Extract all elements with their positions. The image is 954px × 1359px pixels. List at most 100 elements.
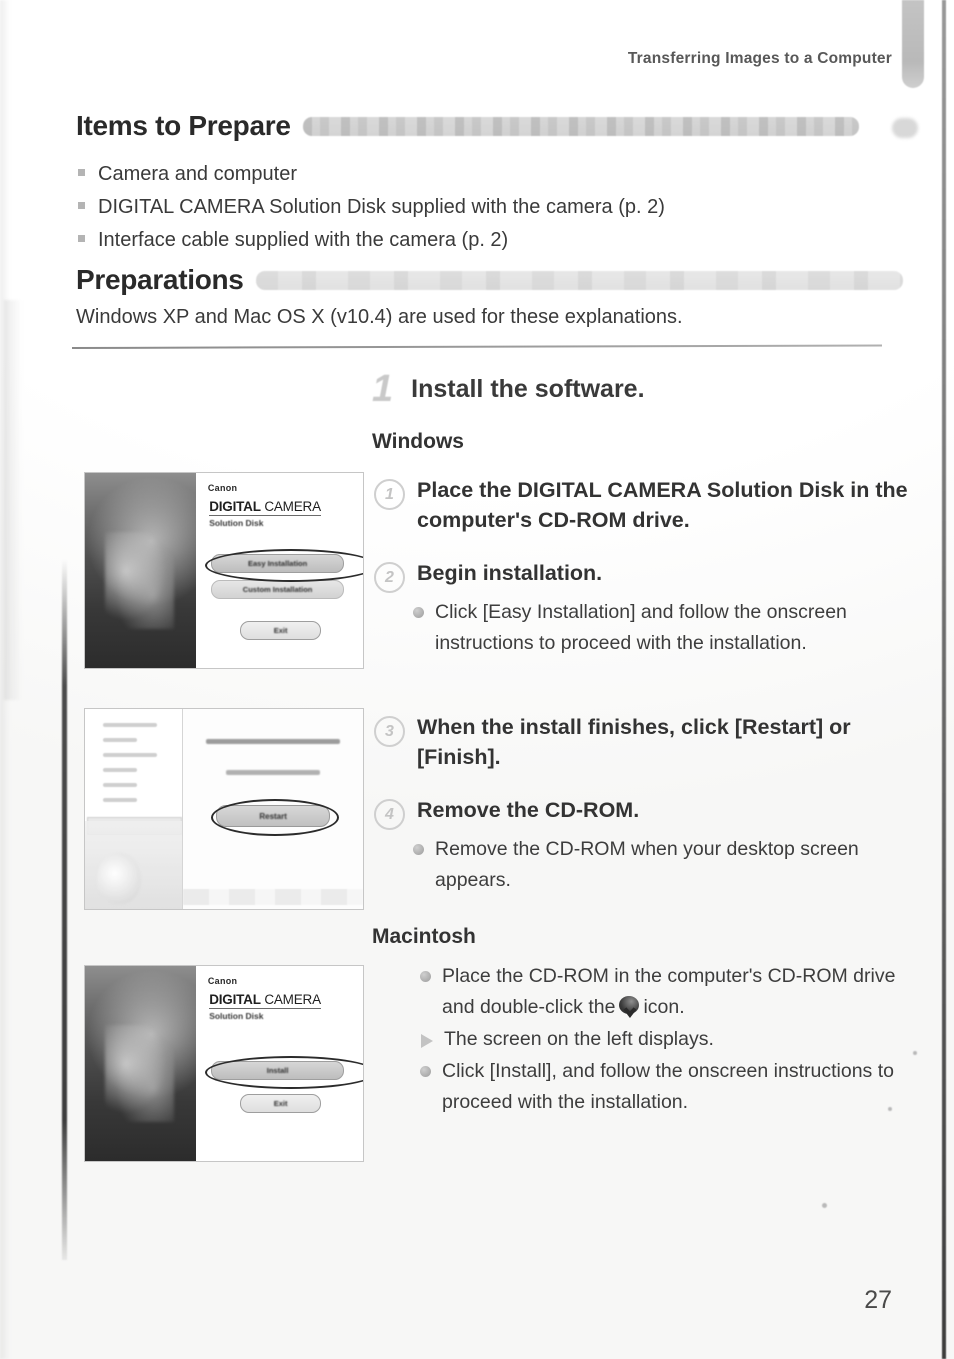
macintosh-instructions: Place the CD-ROM in the computer's CD-RO… — [374, 957, 912, 1119]
macintosh-bullets: Place the CD-ROM in the computer's CD-RO… — [374, 961, 912, 1118]
instruction-title: When the install finishes, click [Restar… — [417, 715, 851, 769]
screenshot-install-complete: Restart — [84, 708, 364, 910]
thumb-index-tab — [902, 0, 924, 88]
instruction-title: Place the DIGITAL CAMERA Solution Disk i… — [417, 478, 908, 532]
thumb-index-tab-secondary — [892, 118, 918, 138]
installer-content-panel: Canon DIGITAL CAMERA Solution Disk Insta… — [196, 966, 363, 1161]
finish-step-list — [85, 709, 182, 827]
scan-speck — [913, 1051, 917, 1055]
button-label: Custom Installation — [242, 585, 313, 594]
finish-photo-panel — [85, 821, 183, 909]
finish-message-panel: Restart — [183, 709, 363, 909]
installer-photo-panel — [85, 966, 197, 1161]
canon-logo: Canon — [207, 483, 238, 493]
screenshot-mac-installer: Canon DIGITAL CAMERA Solution Disk Insta… — [84, 965, 364, 1162]
installer-subtitle: Solution Disk — [209, 1011, 264, 1021]
square-bullet-icon — [78, 169, 85, 176]
list-item: DIGITAL CAMERA Solution Disk supplied wi… — [78, 191, 665, 224]
exit-button[interactable]: Exit — [240, 621, 321, 640]
list-item: Interface cable supplied with the camera… — [78, 224, 665, 257]
instruction-title: Remove the CD-ROM. — [417, 798, 640, 822]
instruction-row: 2 Begin installation. — [374, 558, 912, 593]
instruction-step-4: 4 Remove the CD-ROM. Remove the CD-ROM w… — [374, 795, 912, 897]
instruction-step-2: 2 Begin installation. Click [Easy Instal… — [374, 558, 912, 660]
step-line — [103, 723, 157, 727]
installer-title: DIGITAL CAMERA — [209, 499, 321, 516]
square-bullet-icon — [78, 235, 85, 242]
section-heading-preparations: Preparations — [76, 264, 903, 296]
list-item-text: Place the CD-ROM in the computer's CD-RO… — [442, 961, 912, 1023]
instruction-bullets: Remove the CD-ROM when your desktop scre… — [374, 834, 912, 896]
list-item-text: DIGITAL CAMERA Solution Disk supplied wi… — [98, 196, 665, 218]
installer-content-panel: Canon DIGITAL CAMERA Solution Disk Easy … — [196, 473, 363, 668]
dot-bullet-icon — [413, 844, 424, 855]
section-title-items: Items to Prepare — [76, 110, 291, 141]
list-item: Remove the CD-ROM when your desktop scre… — [413, 834, 912, 896]
installer-photo-panel — [85, 473, 197, 668]
scan-artifact-left-edge — [0, 0, 10, 1359]
instruction-row: 1 Place the DIGITAL CAMERA Solution Disk… — [374, 475, 912, 535]
heading-decoration-bar — [255, 270, 903, 290]
step-line — [103, 753, 157, 757]
instruction-step-3: 3 When the install finishes, click [Rest… — [374, 712, 912, 772]
step-line — [103, 768, 138, 772]
step-title: Install the software. — [411, 374, 645, 403]
page-number: 27 — [864, 1286, 892, 1314]
circled-number-icon: 1 — [374, 479, 405, 510]
circled-number-icon: 4 — [374, 799, 405, 830]
scan-speck — [888, 1107, 892, 1111]
instruction-title: Begin installation. — [417, 561, 603, 585]
dot-bullet-icon — [420, 1066, 431, 1077]
installer-title-light: CAMERA — [260, 499, 321, 514]
highlight-ellipse — [210, 799, 340, 836]
items-to-prepare-list: Camera and computer DIGITAL CAMERA Solut… — [78, 158, 665, 257]
screenshot-windows-installer: Canon DIGITAL CAMERA Solution Disk Easy … — [84, 472, 364, 669]
finish-submessage-line — [226, 770, 321, 775]
step-line — [103, 798, 138, 802]
section-title-preparations: Preparations — [76, 264, 244, 295]
running-header: Transferring Images to a Computer — [627, 50, 892, 67]
finish-message-line — [206, 739, 340, 744]
installer-dialog-mock: Canon DIGITAL CAMERA Solution Disk Easy … — [85, 473, 363, 668]
custom-installation-button[interactable]: Custom Installation — [211, 580, 344, 599]
installer-title-light: CAMERA — [260, 992, 321, 1007]
mac-installer-dialog-mock: Canon DIGITAL CAMERA Solution Disk Insta… — [85, 966, 363, 1161]
button-label: Exit — [273, 1099, 288, 1108]
finish-dialog-mock: Restart — [85, 709, 363, 909]
step-line — [103, 783, 138, 787]
preparations-note: Windows XP and Mac OS X (v10.4) are used… — [76, 306, 683, 328]
list-item-text: Camera and computer — [98, 163, 297, 185]
installer-button-row: Easy Installation Custom Installation Ex… — [205, 549, 363, 640]
page-right-edge — [942, 0, 946, 1359]
installer-disk-icon — [616, 996, 642, 1020]
macintosh-subheading: Macintosh — [372, 925, 476, 948]
step-number: 1 — [372, 368, 394, 410]
instruction-row: 3 When the install finishes, click [Rest… — [374, 712, 912, 772]
list-item: Camera and computer — [78, 158, 665, 191]
exit-button[interactable]: Exit — [240, 1094, 321, 1113]
list-item: Click [Install], and follow the onscreen… — [420, 1056, 912, 1118]
installer-button-row: Install Exit — [205, 1056, 363, 1113]
dot-bullet-icon — [420, 971, 431, 982]
button-label: Exit — [273, 626, 288, 635]
finish-footer-strip — [183, 889, 363, 905]
triangle-bullet-icon — [421, 1034, 433, 1048]
installer-subtitle: Solution Disk — [209, 518, 264, 528]
installer-title: DIGITAL CAMERA — [209, 992, 321, 1009]
scan-speck — [822, 1203, 827, 1208]
list-item: The screen on the left displays. — [420, 1024, 912, 1055]
bullet-text-after: icon. — [643, 996, 685, 1018]
finish-steps-panel — [85, 709, 184, 909]
list-item-text: Click [Install], and follow the onscreen… — [442, 1060, 894, 1113]
section-heading-items: Items to Prepare — [76, 110, 859, 142]
list-item: Click [Easy Installation] and follow the… — [413, 597, 912, 659]
step-line — [103, 738, 138, 742]
list-item-text: Remove the CD-ROM when your desktop scre… — [435, 838, 859, 891]
heading-decoration-bar — [302, 116, 859, 136]
square-bullet-icon — [78, 202, 85, 209]
installer-title-bold: DIGITAL — [209, 992, 261, 1007]
instruction-bullets: Click [Easy Installation] and follow the… — [374, 597, 912, 659]
instruction-row: 4 Remove the CD-ROM. — [374, 795, 912, 830]
list-item-text: The screen on the left displays. — [444, 1028, 714, 1050]
dot-bullet-icon — [413, 607, 424, 618]
